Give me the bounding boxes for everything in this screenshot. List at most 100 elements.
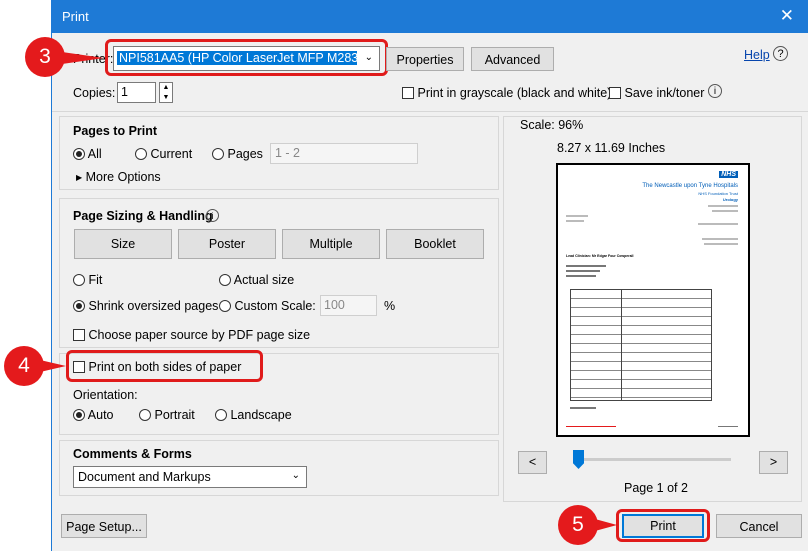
callout-arrow [595,519,617,531]
text-line [708,205,738,207]
actual-size-label: Actual size [233,273,295,287]
title-bar: Print ✕ [51,0,808,33]
highlight-both-sides [66,350,263,382]
window-title: Print [62,9,89,24]
radio-icon[interactable] [73,274,85,286]
fit-label: Fit [88,273,103,287]
nhs-logo: NHS [719,171,738,178]
callout-arrow [40,360,66,372]
pages-heading: Pages to Print [73,124,158,138]
text-line [566,265,606,267]
advanced-button[interactable]: Advanced [471,47,554,71]
custom-scale-input[interactable]: 100 [320,295,377,316]
paper-source-checkbox[interactable] [73,329,85,341]
text-line [566,215,588,217]
pages-current-label: Current [150,147,193,161]
text-line [712,210,738,212]
tab-poster[interactable]: Poster [178,229,276,259]
pages-range-input[interactable]: 1 - 2 [270,143,418,164]
page-setup-button[interactable]: Page Setup... [61,514,147,538]
background-strip [0,0,51,551]
tab-multiple[interactable]: Multiple [282,229,380,259]
custom-scale-option[interactable]: Custom Scale: [219,299,316,313]
sizing-heading: Page Sizing & Handling [73,209,213,223]
text-line [718,426,738,427]
shrink-option[interactable]: Shrink oversized pages [73,299,218,313]
orientation-portrait-label: Portrait [154,408,195,422]
save-ink-checkbox[interactable] [609,87,621,99]
info-icon[interactable]: i [708,84,722,98]
tab-size[interactable]: Size [74,229,172,259]
next-page-button[interactable]: > [759,451,788,474]
hospital-name: The Newcastle upon Tyne Hospitals [642,183,738,189]
highlight-printer [105,39,388,76]
actual-size-option[interactable]: Actual size [219,273,294,287]
shrink-label: Shrink oversized pages [88,299,219,313]
help-link[interactable]: Help [744,48,770,62]
text-line [570,407,596,409]
triangle-right-icon: ▶ [76,173,83,182]
scale-readout: Scale: 96% [520,118,584,132]
radio-icon[interactable] [219,274,231,286]
pages-range-option[interactable]: Pages [212,147,263,161]
paper-size-readout: 8.27 x 11.69 Inches [557,141,666,155]
letter-title: Lead Clinician: Mr Edgar Four Cowperall [566,254,634,258]
comments-select[interactable]: Document and Markups ⌄ [73,466,307,488]
copies-input[interactable]: 1 [117,82,156,103]
divider [52,111,808,112]
orientation-auto-option[interactable]: Auto [73,408,114,422]
fit-option[interactable]: Fit [73,273,102,287]
text-line [702,238,738,240]
radio-icon[interactable] [73,300,85,312]
custom-scale-label: Custom Scale: [234,299,316,313]
callout-arrow [62,52,104,64]
pages-range-label: Pages [227,147,263,161]
orientation-portrait-option[interactable]: Portrait [139,408,195,422]
copies-stepper[interactable]: ▲ ▼ [159,82,173,103]
callout-badge-4: 4 [4,346,44,386]
text-line [566,275,596,277]
text-line [566,426,616,427]
highlight-print [616,509,710,542]
save-ink-label: Save ink/toner [624,86,705,100]
radio-icon[interactable] [135,148,147,160]
more-options-label: More Options [85,170,161,184]
radio-icon[interactable] [212,148,224,160]
pages-all-option[interactable]: All [73,147,102,161]
percent-label: % [384,299,396,313]
page-indicator: Page 1 of 2 [624,481,688,495]
orientation-landscape-label: Landscape [230,408,292,422]
more-options-toggle[interactable]: ▶ More Options [76,170,161,184]
pages-current-option[interactable]: Current [135,147,192,161]
pages-all-label: All [87,147,102,161]
close-icon[interactable]: ✕ [780,6,794,26]
info-icon[interactable]: i [206,209,219,222]
callout-badge-3: 3 [25,37,65,77]
tab-booklet[interactable]: Booklet [386,229,484,259]
radio-icon[interactable] [73,409,85,421]
orientation-landscape-option[interactable]: Landscape [215,408,292,422]
text-line [566,270,600,272]
table-divider [621,290,622,400]
radio-icon[interactable] [219,300,231,312]
cancel-button[interactable]: Cancel [716,514,802,538]
grayscale-option[interactable]: Print in grayscale (black and white) [402,86,611,100]
grayscale-checkbox[interactable] [402,87,414,99]
radio-icon[interactable] [139,409,151,421]
comments-heading: Comments & Forms [73,447,192,461]
radio-icon[interactable] [215,409,227,421]
orientation-label: Orientation: [73,388,138,402]
previous-page-button[interactable]: < [518,451,547,474]
paper-source-label: Choose paper source by PDF page size [88,328,311,342]
comments-value: Document and Markups [78,470,211,484]
info-table [570,289,712,401]
text-line [566,220,584,222]
grayscale-label: Print in grayscale (black and white) [417,86,612,100]
radio-icon[interactable] [73,148,85,160]
paper-source-option[interactable]: Choose paper source by PDF page size [73,328,310,342]
properties-button[interactable]: Properties [386,47,464,71]
help-icon[interactable]: ? [773,46,788,61]
page-slider-track[interactable] [573,458,731,461]
save-ink-option[interactable]: Save ink/toner [609,86,704,100]
trust-name: NHS Foundation Trust [698,191,738,196]
